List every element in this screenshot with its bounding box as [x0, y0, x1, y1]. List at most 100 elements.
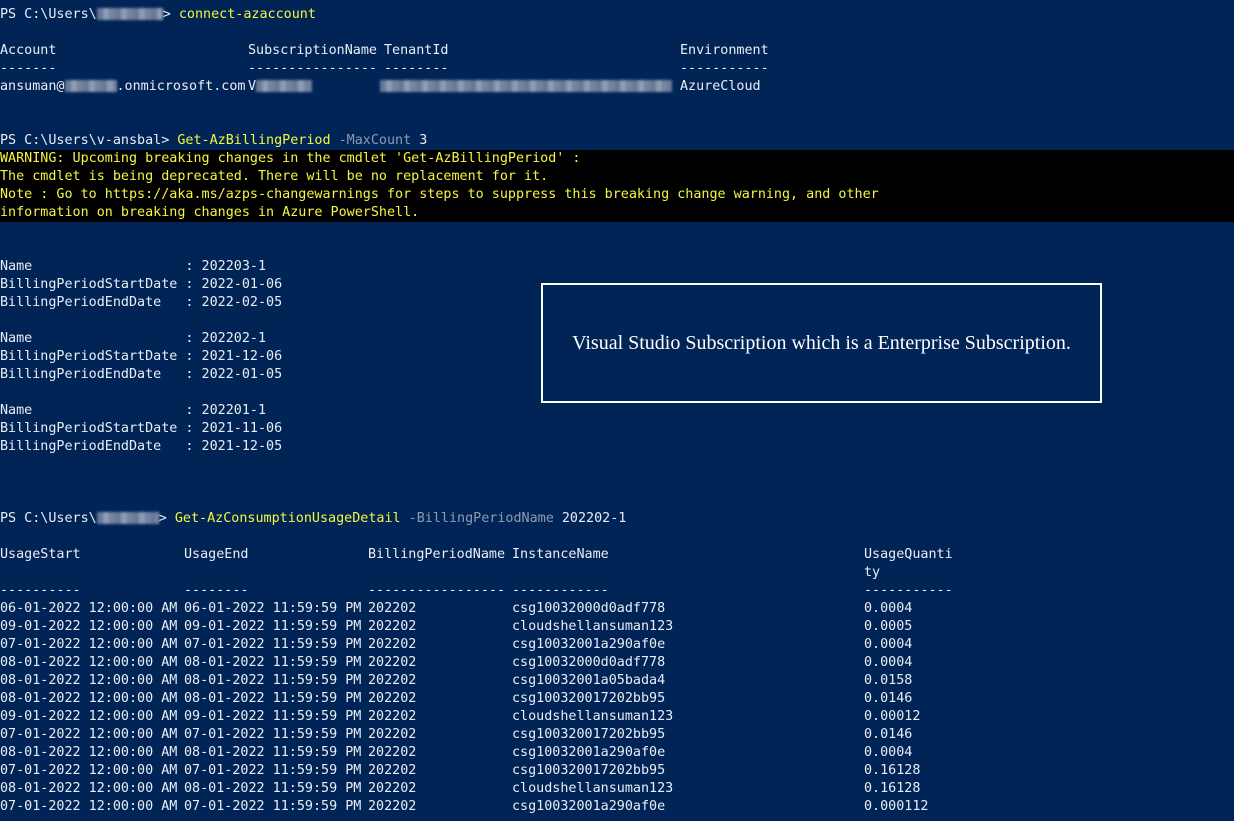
usage-quantity-cell: 0.0004 — [864, 655, 913, 670]
usage-start-cell: 07-01-2022 12:00:00 AM — [0, 727, 178, 742]
usage-end-cell: 08-01-2022 11:59:59 PM — [184, 673, 362, 688]
usage-end-cell: 07-01-2022 11:59:59 PM — [184, 727, 362, 742]
header-account: Account — [0, 43, 57, 58]
billing-period-name-cell: 202202 — [368, 601, 417, 616]
prompt-line-billing-period: PS C:\Users\v-ansbal> Get-AzBillingPerio… — [0, 132, 427, 150]
usage-quantity-cell: 0.16128 — [864, 781, 921, 796]
instance-name-cell: csg100320017202bb95 — [512, 763, 666, 778]
usage-quantity-cell: 0.0004 — [864, 637, 913, 652]
usage-end-cell: 08-01-2022 11:59:59 PM — [184, 655, 362, 670]
instance-name-cell: csg10032001a290af0e — [512, 745, 666, 760]
header-usage-quantity: UsageQuanti — [864, 547, 953, 562]
usage-quantity-cell: 0.0004 — [864, 601, 913, 616]
warning-line: The cmdlet is being deprecated. There wi… — [0, 169, 549, 184]
annotation-callout: Visual Studio Subscription which is a En… — [541, 283, 1102, 403]
usage-start-cell: 08-01-2022 12:00:00 AM — [0, 745, 178, 760]
instance-name-cell: csg100320017202bb95 — [512, 727, 666, 742]
billing-period-line: BillingPeriodStartDate : 2021-11-06 — [0, 421, 283, 436]
header-billing-period-name: BillingPeriodName — [368, 547, 506, 562]
billing-period-name-cell: 202202 — [368, 673, 417, 688]
billing-period-line: Name : 202201-1 — [0, 403, 267, 418]
underline-usage-end: -------- — [184, 583, 249, 598]
command-get-azconsumptionusagedetail: Get-AzConsumptionUsageDetail — [174, 511, 401, 526]
warning-line: Note : Go to https://aka.ms/azps-changew… — [0, 187, 879, 202]
instance-name-cell: cloudshellansuman123 — [512, 619, 674, 634]
billing-period-name-cell: 202202 — [368, 709, 417, 724]
usage-end-cell: 07-01-2022 11:59:59 PM — [184, 763, 362, 778]
instance-name-cell: csg10032000d0adf778 — [512, 601, 666, 616]
billing-period-line: Name : 202203-1 — [0, 259, 267, 274]
powershell-terminal[interactable]: PS C:\Users\ > connect-azaccount Account … — [0, 0, 1234, 821]
usage-start-cell: 08-01-2022 12:00:00 AM — [0, 781, 178, 796]
billing-period-line: BillingPeriodStartDate : 2022-01-06 — [0, 277, 283, 292]
header-instance-name: InstanceName — [512, 547, 609, 562]
prompt-line-usage-detail: PS C:\Users\ > Get-AzConsumptionUsageDeta… — [0, 510, 626, 528]
billing-period-name-cell: 202202 — [368, 763, 417, 778]
account-value: ansuman@ .onmicrosoft.com — [0, 78, 246, 96]
prompt-line-connect: PS C:\Users\ > connect-azaccount — [0, 6, 316, 24]
usage-start-cell: 09-01-2022 12:00:00 AM — [0, 709, 178, 724]
billing-period-name-cell: 202202 — [368, 745, 417, 760]
annotation-text: Visual Studio Subscription which is a En… — [572, 332, 1071, 354]
account-prefix: ansuman@ — [0, 79, 65, 94]
prompt-prefix: PS C:\Users\ — [0, 511, 97, 526]
redacted-subscription — [256, 80, 313, 92]
header-subscription-name: SubscriptionName — [248, 43, 377, 58]
usage-quantity-cell: 0.16128 — [864, 763, 921, 778]
underline-subscription-name: ---------------- — [248, 61, 377, 76]
prompt: PS C:\Users\v-ansbal> — [0, 133, 178, 148]
underline-usage-quantity: ----------- — [864, 583, 953, 598]
instance-name-cell: csg10032000d0adf778 — [512, 655, 666, 670]
billing-period-name-cell: 202202 — [368, 691, 417, 706]
header-tenant-id: TenantId — [384, 43, 449, 58]
redacted-account — [64, 80, 117, 92]
usage-start-cell: 07-01-2022 12:00:00 AM — [0, 763, 178, 778]
subscription-prefix: V — [248, 79, 257, 94]
usage-end-cell: 08-01-2022 11:59:59 PM — [184, 745, 362, 760]
underline-instance-name: ------------ — [512, 583, 609, 598]
usage-end-cell: 08-01-2022 11:59:59 PM — [184, 691, 362, 706]
warning-line: information on breaking changes in Azure… — [0, 205, 420, 220]
billing-period-line: BillingPeriodStartDate : 2021-12-06 — [0, 349, 283, 364]
underline-account: ------- — [0, 61, 57, 76]
param-billingperiodname: -BillingPeriodName — [400, 511, 554, 526]
warning-block: WARNING: Upcoming breaking changes in th… — [0, 150, 1234, 222]
param-value: 202202-1 — [553, 511, 627, 526]
header-usage-end: UsageEnd — [184, 547, 249, 562]
billing-period-name-cell: 202202 — [368, 637, 417, 652]
prompt-suffix: > — [162, 7, 179, 22]
usage-end-cell: 07-01-2022 11:59:59 PM — [184, 637, 362, 652]
warning-line: WARNING: Upcoming breaking changes in th… — [0, 151, 581, 166]
billing-period-line: BillingPeriodEndDate : 2022-01-05 — [0, 367, 283, 382]
billing-period-line: BillingPeriodEndDate : 2021-12-05 — [0, 439, 283, 454]
billing-period-line: Name : 202202-1 — [0, 331, 267, 346]
billing-period-name-cell: 202202 — [368, 619, 417, 634]
usage-start-cell: 06-01-2022 12:00:00 AM — [0, 601, 178, 616]
usage-quantity-cell: 0.0146 — [864, 727, 913, 742]
instance-name-cell: csg10032001a05bada4 — [512, 673, 666, 688]
redacted-username — [96, 512, 159, 524]
underline-billing-period-name: ----------------- — [368, 583, 506, 598]
usage-quantity-cell: 0.0005 — [864, 619, 913, 634]
environment-value: AzureCloud — [680, 79, 761, 94]
billing-period-name-cell: 202202 — [368, 655, 417, 670]
underline-usage-start: ---------- — [0, 583, 81, 598]
header-usage-start: UsageStart — [0, 547, 81, 562]
billing-period-name-cell: 202202 — [368, 727, 417, 742]
billing-period-name-cell: 202202 — [368, 781, 417, 796]
usage-quantity-cell: 0.0158 — [864, 673, 913, 688]
param-maxcount: -MaxCount — [330, 133, 412, 148]
usage-quantity-cell: 0.00012 — [864, 709, 921, 724]
usage-end-cell: 09-01-2022 11:59:59 PM — [184, 709, 362, 724]
header-environment: Environment — [680, 43, 769, 58]
header-usage-quantity-wrap: ty — [864, 565, 881, 580]
prompt-suffix: > — [158, 511, 175, 526]
instance-name-cell: cloudshellansuman123 — [512, 709, 674, 724]
prompt-prefix: PS C:\Users\ — [0, 7, 97, 22]
usage-quantity-cell: 0.000112 — [864, 799, 929, 814]
underline-tenant-id: -------- — [384, 61, 449, 76]
redacted-username — [96, 8, 163, 20]
billing-period-line: BillingPeriodEndDate : 2022-02-05 — [0, 295, 283, 310]
usage-quantity-cell: 0.0146 — [864, 691, 913, 706]
usage-start-cell: 08-01-2022 12:00:00 AM — [0, 691, 178, 706]
